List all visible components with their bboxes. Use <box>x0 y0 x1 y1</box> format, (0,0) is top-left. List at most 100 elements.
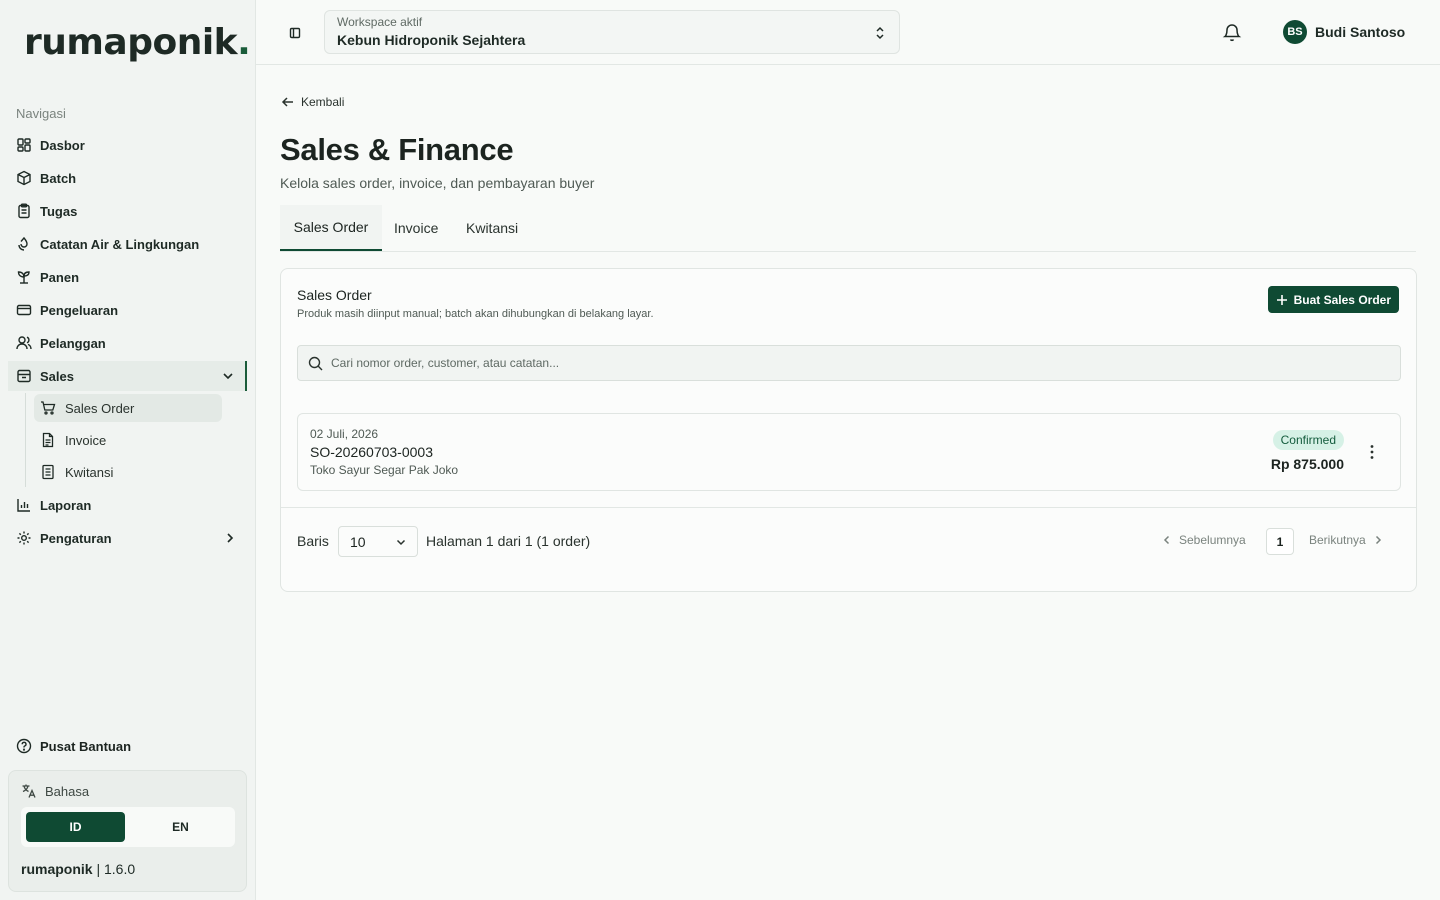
search-box <box>297 345 1401 381</box>
sidebar-item-label: Batch <box>40 170 77 186</box>
back-label: Kembali <box>301 95 345 109</box>
language-title-label: Bahasa <box>45 783 90 799</box>
sidebar-item-label: Dasbor <box>40 137 85 153</box>
sidebar-subitem-sales-order[interactable]: Sales Order <box>34 394 222 422</box>
page-title: Sales & Finance <box>280 132 514 167</box>
sidebar-subitem-label: Kwitansi <box>65 464 114 480</box>
dashboard-icon <box>16 137 32 153</box>
chevron-down-icon <box>396 539 406 546</box>
tabs: Sales Order Invoice Kwitansi <box>280 205 1416 252</box>
order-customer: Toko Sayur Segar Pak Joko <box>310 463 459 477</box>
rows-per-page-select[interactable]: 10 <box>338 526 418 557</box>
tab-sales-order[interactable]: Sales Order <box>280 205 382 251</box>
sidebar-subitem-kwitansi[interactable]: Kwitansi <box>34 458 222 486</box>
next-page-label: Berikutnya <box>1309 533 1366 547</box>
help-label: Pusat Bantuan <box>40 738 132 754</box>
droplet-icon <box>16 236 32 252</box>
user-menu[interactable]: BS Budi Santoso <box>1283 20 1405 44</box>
tab-invoice[interactable]: Invoice <box>394 205 438 251</box>
sidebar: rumaponik. Navigasi Dasbor Batch Tugas C… <box>0 0 256 900</box>
card-subtitle: Produk masih diinput manual; batch akan … <box>297 308 654 320</box>
sidebar-item-pelanggan[interactable]: Pelanggan <box>8 328 247 358</box>
status-badge: Confirmed <box>1272 430 1344 450</box>
nav-heading: Navigasi <box>16 106 66 121</box>
sidebar-item-catatan-air[interactable]: Catatan Air & Lingkungan <box>8 229 247 259</box>
sidebar-subitem-label: Invoice <box>65 432 107 448</box>
sidebar-item-pengeluaran[interactable]: Pengeluaran <box>8 295 247 325</box>
next-page-button[interactable]: Berikutnya <box>1309 533 1384 547</box>
gear-icon <box>16 530 32 546</box>
search-icon <box>308 356 323 370</box>
back-link[interactable]: Kembali <box>281 95 344 109</box>
page-info: Halaman 1 dari 1 (1 order) <box>426 533 591 549</box>
previous-page-button[interactable]: Sebelumnya <box>1161 533 1246 547</box>
help-center-link[interactable]: Pusat Bantuan <box>8 731 247 761</box>
plus-icon <box>1276 294 1287 305</box>
sidebar-item-tugas[interactable]: Tugas <box>8 196 247 226</box>
create-sales-order-button[interactable]: Buat Sales Order <box>1267 286 1399 313</box>
order-number: SO-20260703-0003 <box>310 444 433 460</box>
sidebar-item-label: Tugas <box>40 203 78 219</box>
sidebar-item-label: Pengeluaran <box>40 302 119 318</box>
create-sales-order-label: Buat Sales Order <box>1293 292 1391 307</box>
sidebar-item-dasbor[interactable]: Dasbor <box>8 130 247 160</box>
rows-label: Baris <box>297 533 329 549</box>
sidebar-toggle-icon[interactable] <box>286 24 304 42</box>
chevrons-up-down-icon <box>876 26 884 40</box>
order-date: 02 Juli, 2026 <box>310 427 379 441</box>
sales-order-card: Sales Order Produk masih diinput manual;… <box>280 268 1417 592</box>
chevron-down-icon <box>223 373 233 380</box>
workspace-value: Kebun Hidroponik Sejahtera <box>337 32 526 48</box>
page-number-button[interactable]: 1 <box>1266 528 1294 555</box>
clipboard-icon <box>16 203 32 219</box>
receipt-icon <box>40 464 56 480</box>
sprout-icon <box>16 269 32 285</box>
bell-icon[interactable] <box>1222 22 1242 42</box>
sidebar-item-laporan[interactable]: Laporan <box>8 490 247 520</box>
app-version: rumaponik | 1.6.0 <box>21 861 135 877</box>
credit-card-icon <box>16 302 32 318</box>
sidebar-item-label: Pelanggan <box>40 335 106 351</box>
more-vertical-icon[interactable] <box>1364 443 1380 461</box>
workspace-label: Workspace aktif <box>337 15 423 29</box>
order-amount: Rp 875.000 <box>1270 456 1344 472</box>
card-divider <box>281 507 1416 508</box>
chevron-right-icon <box>1375 535 1381 545</box>
cart-icon <box>40 400 56 416</box>
sidebar-subitem-label: Sales Order <box>65 400 135 416</box>
page-subtitle: Kelola sales order, invoice, dan pembaya… <box>280 175 595 191</box>
archive-icon <box>16 368 32 384</box>
translate-icon <box>21 783 37 799</box>
sidebar-item-panen[interactable]: Panen <box>8 262 247 292</box>
sidebar-item-batch[interactable]: Batch <box>8 163 247 193</box>
avatar: BS <box>1283 20 1307 44</box>
sidebar-subitem-invoice[interactable]: Invoice <box>34 426 222 454</box>
order-row[interactable]: 02 Juli, 2026 SO-20260703-0003 Toko Sayu… <box>297 413 1401 491</box>
language-title: Bahasa <box>21 783 89 799</box>
language-option-en[interactable]: EN <box>131 812 230 842</box>
arrow-left-icon <box>281 97 293 107</box>
sidebar-item-sales[interactable]: Sales <box>8 361 247 391</box>
subnav-line <box>25 393 26 487</box>
help-circle-icon <box>16 738 32 754</box>
version-app-name: rumaponik <box>21 861 93 877</box>
language-option-id[interactable]: ID <box>26 812 125 842</box>
topbar: Workspace aktif Kebun Hidroponik Sejahte… <box>256 0 1440 65</box>
language-card: Bahasa ID EN rumaponik | 1.6.0 <box>8 770 247 892</box>
version-number: 1.6.0 <box>104 861 136 877</box>
sidebar-item-label: Sales <box>40 368 74 384</box>
sidebar-item-label: Laporan <box>40 497 92 513</box>
card-title: Sales Order <box>297 287 372 303</box>
chevron-right-icon <box>227 533 234 543</box>
brand-logo[interactable]: rumaponik. <box>24 22 251 63</box>
user-name: Budi Santoso <box>1315 24 1406 40</box>
sidebar-item-pengaturan[interactable]: Pengaturan <box>8 523 247 553</box>
sidebar-item-label: Panen <box>40 269 80 285</box>
file-icon <box>40 432 56 448</box>
tab-kwitansi[interactable]: Kwitansi <box>466 205 518 251</box>
bar-chart-icon <box>16 497 32 513</box>
workspace-selector[interactable]: Workspace aktif Kebun Hidroponik Sejahte… <box>324 10 900 54</box>
search-input[interactable] <box>331 356 1371 370</box>
users-icon <box>16 335 32 351</box>
rows-per-page-value: 10 <box>350 533 366 550</box>
